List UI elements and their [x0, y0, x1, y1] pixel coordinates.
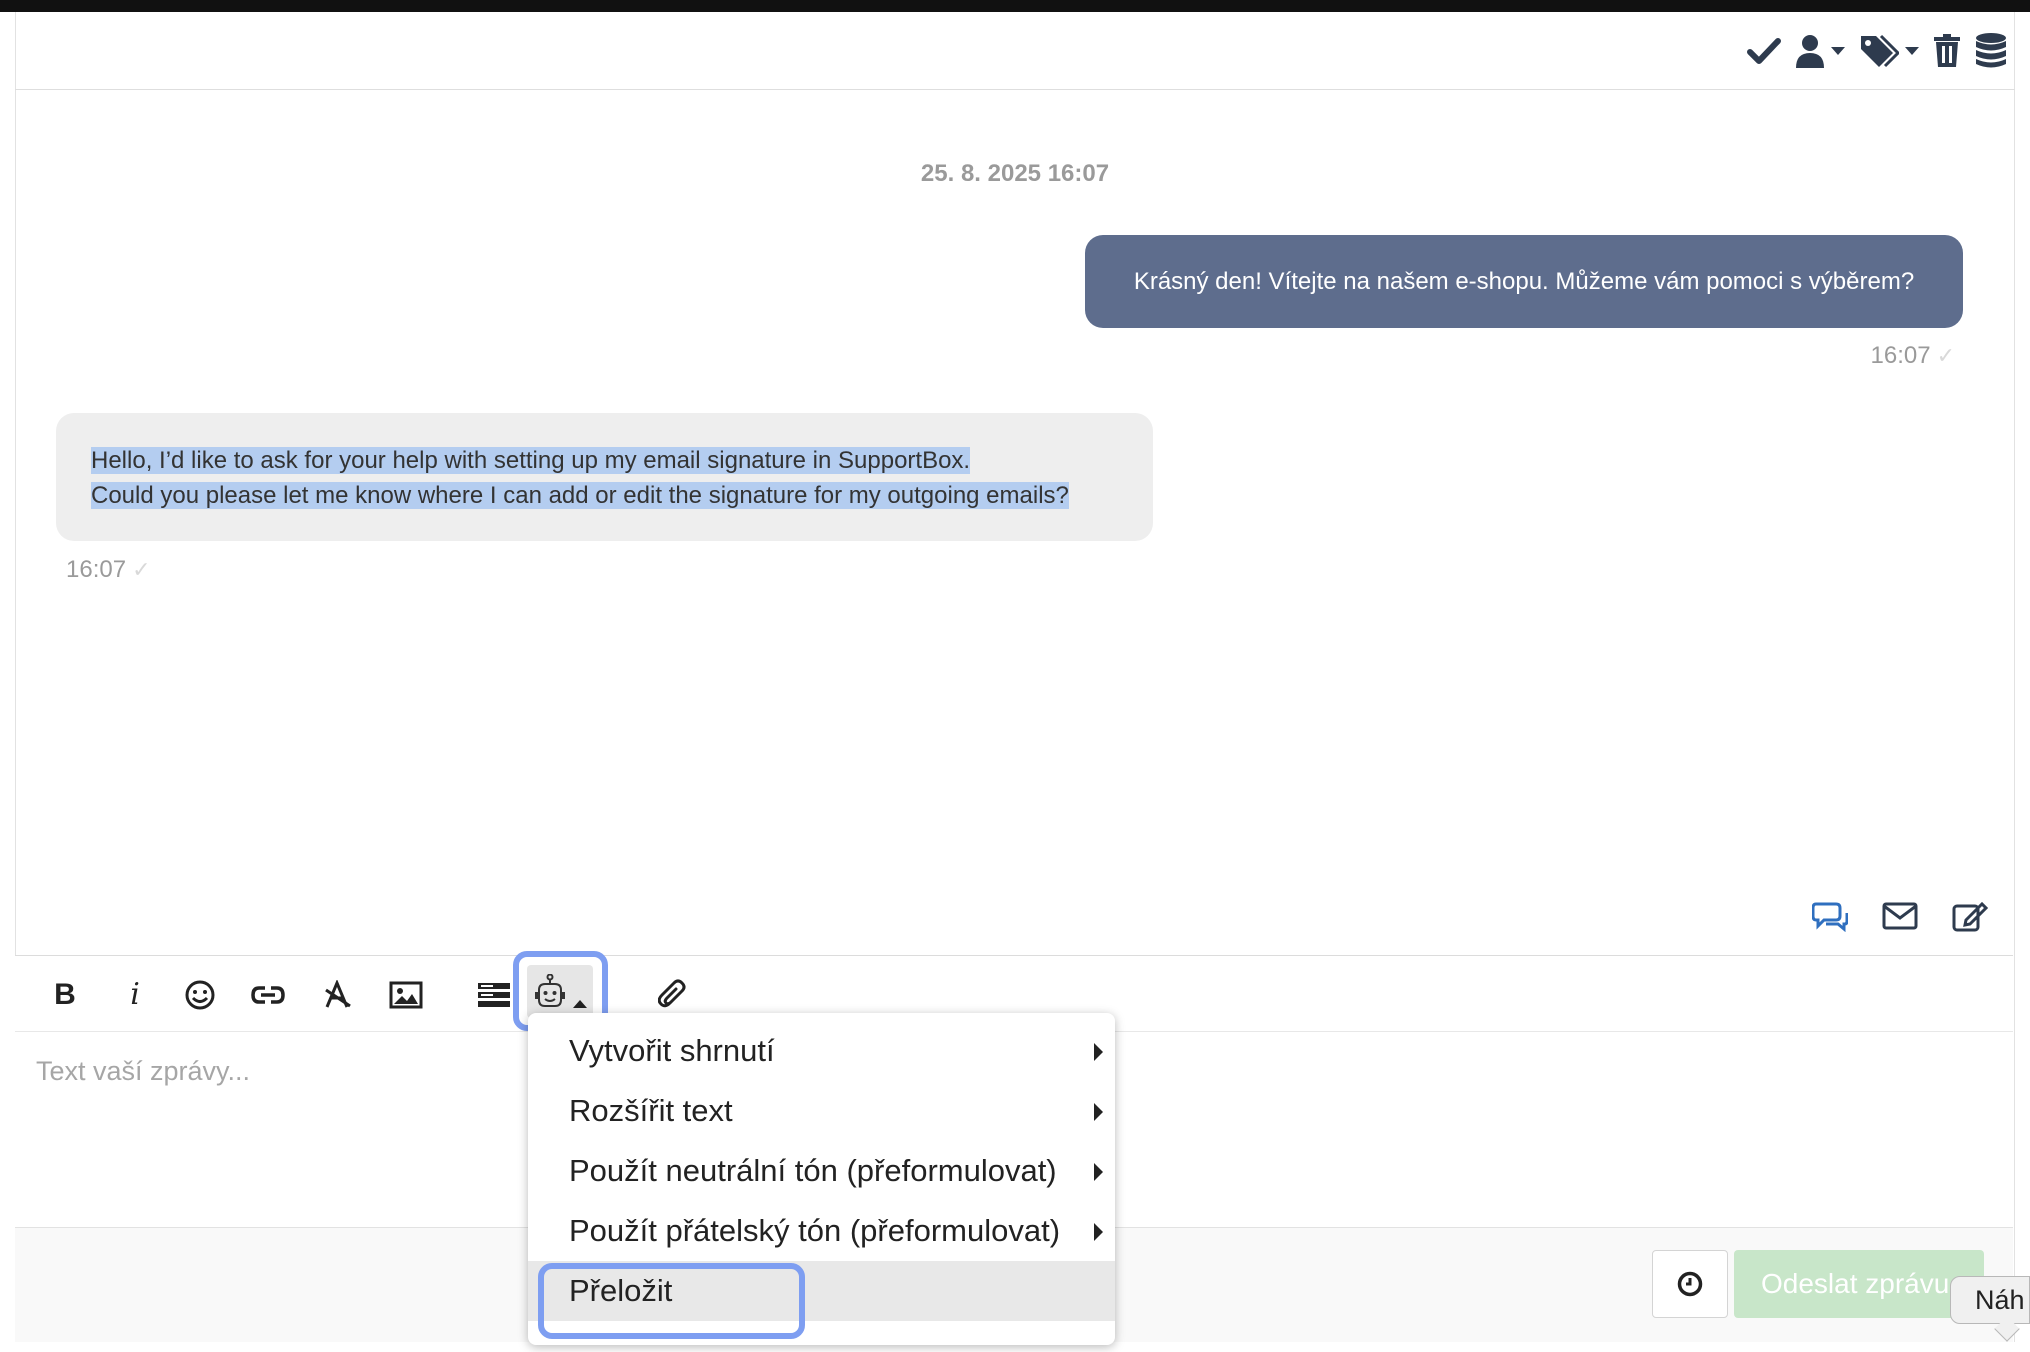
translate-highlight-outline — [538, 1263, 805, 1339]
note-icon[interactable] — [1952, 900, 1989, 937]
chevron-right-icon — [1094, 1103, 1103, 1121]
delivered-check-icon: ✓ — [1936, 343, 1955, 368]
reply-mode-switcher — [1811, 900, 1989, 937]
check-icon[interactable] — [1747, 36, 1781, 66]
header-actions — [1747, 12, 2015, 90]
incoming-message: Hello, I’d like to ask for your help wit… — [56, 413, 1153, 541]
menu-item-label: Vytvořit shrnutí — [569, 1033, 775, 1068]
incoming-message-line-1: Hello, I’d like to ask for your help wit… — [91, 447, 971, 474]
ai-assistant-button-inner — [527, 965, 593, 1018]
bold-button[interactable]: B — [45, 956, 85, 1033]
menu-item-label: Rozšířit text — [569, 1093, 733, 1128]
clock-icon — [1677, 1271, 1703, 1297]
window-top-border — [0, 0, 2030, 12]
tags-button[interactable] — [1859, 34, 1919, 68]
menu-item-expand-text[interactable]: Rozšířit text — [528, 1081, 1115, 1141]
italic-button[interactable]: i — [115, 956, 155, 1033]
tags-icon — [1861, 34, 1899, 68]
chevron-right-icon — [1094, 1223, 1103, 1241]
link-icon[interactable] — [245, 956, 291, 1033]
templates-icon[interactable] — [471, 956, 517, 1033]
chat-icon[interactable] — [1811, 900, 1849, 937]
outgoing-message-time: 16:07 — [1870, 342, 1931, 369]
chevron-right-icon — [1094, 1163, 1103, 1181]
chevron-down-icon — [1905, 47, 1919, 55]
tooltip: Náh — [1950, 1276, 2030, 1324]
incoming-message-line-2: Could you please let me know where I can… — [91, 482, 1069, 509]
email-icon[interactable] — [1882, 902, 1918, 935]
incoming-message-meta: 16:07 ✓ — [66, 556, 151, 584]
image-icon[interactable] — [383, 956, 429, 1033]
trash-icon[interactable] — [1933, 34, 1961, 68]
outgoing-message-text: Krásný den! Vítejte na našem e-shopu. Mů… — [1133, 267, 1915, 295]
menu-item-neutral-tone[interactable]: Použít neutrální tón (přeformulovat) — [528, 1141, 1115, 1201]
menu-item-label: Použít přátelský tón (přeformulovat) — [569, 1213, 1061, 1248]
schedule-send-button[interactable] — [1652, 1250, 1728, 1318]
menu-item-label: Použít neutrální tón (přeformulovat) — [569, 1153, 1057, 1188]
date-separator: 25. 8. 2025 16:07 — [920, 160, 1110, 187]
outgoing-message-meta: 16:07 ✓ — [1871, 342, 1956, 370]
menu-item-friendly-tone[interactable]: Použít přátelský tón (přeformulovat) — [528, 1201, 1115, 1261]
database-icon[interactable] — [1975, 32, 2007, 70]
user-icon — [1796, 35, 1824, 68]
emoji-icon[interactable] — [177, 956, 223, 1033]
delivered-check-icon: ✓ — [132, 557, 151, 582]
conversation-header — [15, 12, 2015, 90]
chevron-down-icon — [1831, 47, 1845, 55]
outgoing-message: Krásný den! Vítejte na našem e-shopu. Mů… — [1085, 235, 1963, 328]
chevron-right-icon — [1094, 1043, 1103, 1061]
caret-up-icon — [573, 999, 587, 1008]
robot-icon — [535, 973, 565, 1007]
assign-user-button[interactable] — [1795, 34, 1845, 68]
incoming-message-time: 16:07 — [66, 556, 127, 583]
send-message-button[interactable]: Odeslat zprávu — [1734, 1250, 1984, 1318]
clear-formatting-icon[interactable] — [315, 956, 361, 1033]
menu-item-create-summary[interactable]: Vytvořit shrnutí — [528, 1021, 1115, 1081]
